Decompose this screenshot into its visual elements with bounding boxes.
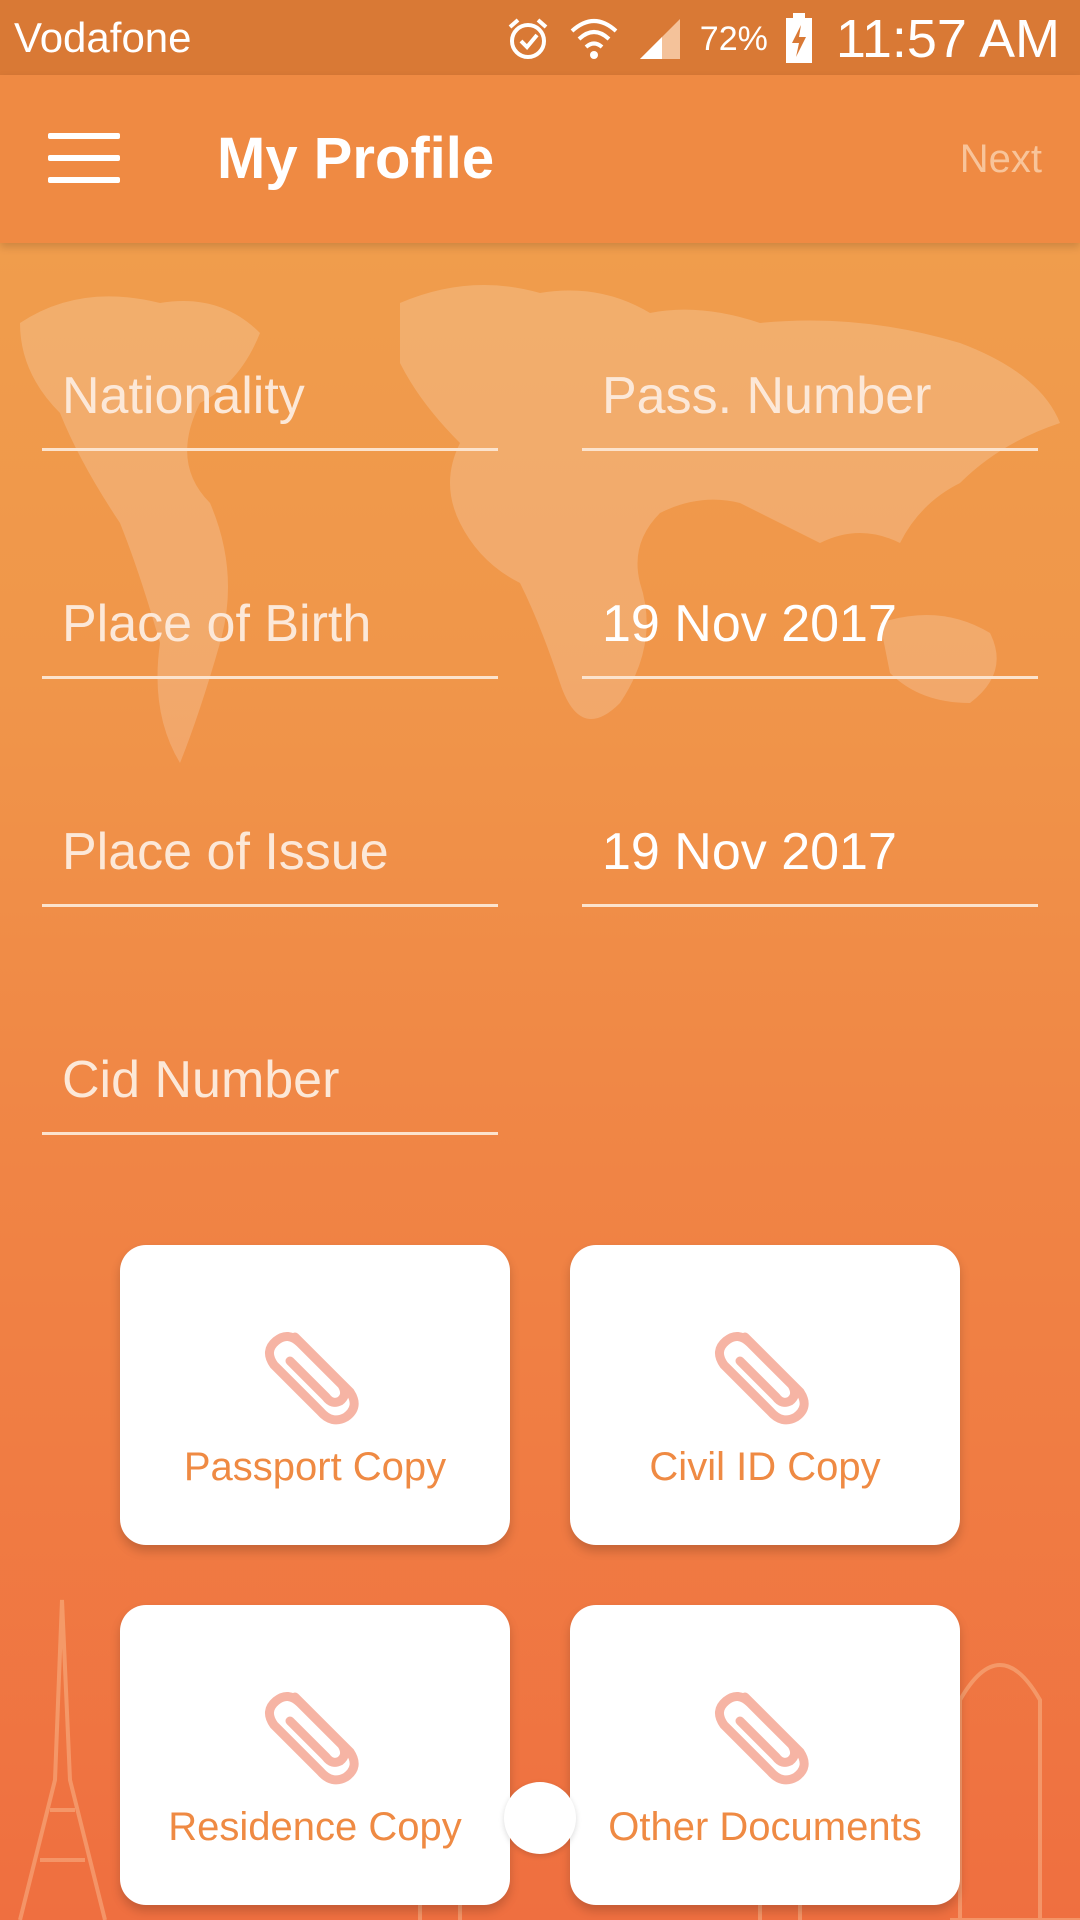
passport-number-field[interactable]: Pass. Number bbox=[582, 338, 1038, 451]
floating-action-dot[interactable] bbox=[504, 1782, 576, 1854]
place-of-issue-field[interactable]: Place of Issue bbox=[42, 794, 498, 907]
battery-percent: 72% bbox=[699, 19, 768, 58]
menu-icon[interactable] bbox=[48, 133, 120, 183]
page-title: My Profile bbox=[217, 126, 495, 191]
place-of-birth-field[interactable]: Place of Birth bbox=[42, 566, 498, 679]
date-of-birth-field[interactable]: 19 Nov 2017 bbox=[582, 566, 1038, 679]
paperclip-icon bbox=[265, 1692, 359, 1785]
battery-charging-icon bbox=[785, 13, 812, 63]
alarm-icon bbox=[508, 18, 548, 59]
paperclip-icon bbox=[715, 1692, 809, 1785]
date-of-issue-field[interactable]: 19 Nov 2017 bbox=[582, 794, 1038, 907]
place-of-birth-placeholder: Place of Birth bbox=[62, 595, 372, 653]
next-button[interactable]: Next bbox=[960, 137, 1042, 182]
place-of-issue-placeholder: Place of Issue bbox=[62, 823, 389, 881]
date-of-birth-value: 19 Nov 2017 bbox=[602, 595, 897, 653]
residence-copy-button[interactable]: Residence Copy bbox=[120, 1605, 510, 1905]
other-documents-button[interactable]: Other Documents bbox=[570, 1605, 960, 1905]
other-documents-label: Other Documents bbox=[608, 1805, 922, 1849]
civil-id-copy-label: Civil ID Copy bbox=[649, 1445, 881, 1489]
wifi-icon bbox=[570, 19, 618, 59]
status-bar: Vodafone 72% 11:57 AM bbox=[0, 0, 1080, 75]
app-bar: My Profile Next bbox=[0, 75, 1080, 243]
clock: 11:57 AM bbox=[835, 9, 1060, 69]
passport-copy-label: Passport Copy bbox=[183, 1445, 447, 1489]
nationality-field[interactable]: Nationality bbox=[42, 338, 498, 451]
passport-copy-button[interactable]: Passport Copy bbox=[120, 1245, 510, 1545]
passport-number-placeholder: Pass. Number bbox=[602, 367, 932, 425]
cid-number-placeholder: Cid Number bbox=[62, 1051, 340, 1109]
cid-number-field[interactable]: Cid Number bbox=[42, 1022, 498, 1135]
civil-id-copy-button[interactable]: Civil ID Copy bbox=[570, 1245, 960, 1545]
paperclip-icon bbox=[715, 1332, 809, 1425]
nationality-placeholder: Nationality bbox=[62, 367, 305, 425]
residence-copy-label: Residence Copy bbox=[168, 1805, 462, 1849]
paperclip-icon bbox=[265, 1332, 359, 1425]
world-map-background bbox=[20, 285, 1060, 763]
signal-icon bbox=[639, 19, 680, 59]
carrier-name: Vodafone bbox=[14, 14, 192, 61]
status-icons: 72% 11:57 AM bbox=[504, 8, 1060, 70]
date-of-issue-value: 19 Nov 2017 bbox=[602, 823, 897, 881]
